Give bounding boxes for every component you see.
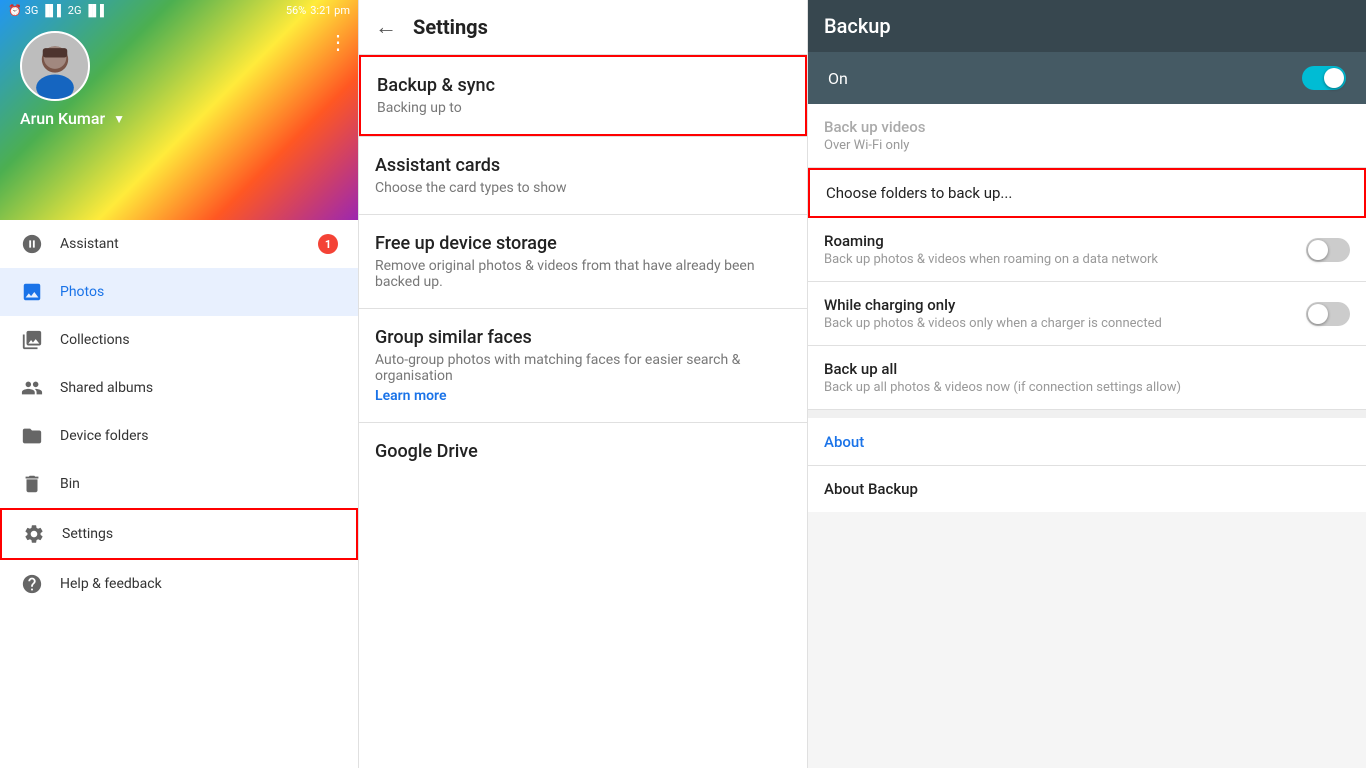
about-section[interactable]: About xyxy=(808,418,1366,466)
backup-all-row[interactable]: Back up all Back up all photos & videos … xyxy=(808,346,1366,410)
avatar xyxy=(20,31,90,101)
backup-title: Backup xyxy=(824,14,891,38)
phone-background: ⏰ 3G ▐▌▌ 2G ▐▌▌ 56% 3:21 pm xyxy=(0,0,358,220)
sidebar-item-shared-albums[interactable]: Shared albums xyxy=(0,364,358,412)
roaming-toggle[interactable] xyxy=(1306,238,1350,262)
sidebar-label-photos: Photos xyxy=(60,284,104,300)
sidebar-label-shared-albums: Shared albums xyxy=(60,380,153,396)
sidebar-label-help: Help & feedback xyxy=(60,576,162,592)
assistant-badge: 1 xyxy=(318,234,338,254)
google-drive-title: Google Drive xyxy=(375,441,791,462)
sidebar-label-collections: Collections xyxy=(60,332,130,348)
backup-sync-title: Backup & sync xyxy=(377,75,789,96)
about-label[interactable]: About xyxy=(824,433,864,451)
settings-group-faces[interactable]: Group similar faces Auto-group photos wi… xyxy=(359,309,807,423)
settings-backup-sync[interactable]: Backup & sync Backing up to xyxy=(359,55,807,136)
settings-title: Settings xyxy=(413,15,488,39)
status-bar: ⏰ 3G ▐▌▌ 2G ▐▌▌ 56% 3:21 pm xyxy=(0,0,358,21)
backup-on-label: On xyxy=(828,69,848,88)
sidebar-label-assistant: Assistant xyxy=(60,236,119,252)
backup-all-subtitle: Back up all photos & videos now (if conn… xyxy=(824,380,1350,395)
sidebar-item-help[interactable]: Help & feedback xyxy=(0,560,358,608)
user-name-row: Arun Kumar ▼ xyxy=(20,109,125,128)
assistant-cards-subtitle: Choose the card types to show xyxy=(375,180,791,196)
section-divider xyxy=(808,410,1366,418)
collections-icon xyxy=(20,328,44,352)
sidebar-item-bin[interactable]: Bin xyxy=(0,460,358,508)
backup-header: Backup xyxy=(808,0,1366,52)
back-button[interactable]: ← xyxy=(375,14,397,40)
roaming-title: Roaming xyxy=(824,232,1306,250)
choose-folders-title: Choose folders to back up... xyxy=(826,184,1348,202)
backup-panel: Backup On Back up videos Over Wi-Fi only… xyxy=(808,0,1366,768)
group-faces-title: Group similar faces xyxy=(375,327,791,348)
sidebar-item-assistant[interactable]: Assistant 1 xyxy=(0,220,358,268)
settings-assistant-cards[interactable]: Assistant cards Choose the card types to… xyxy=(359,137,807,215)
sidebar-label-bin: Bin xyxy=(60,476,80,492)
user-name: Arun Kumar xyxy=(20,109,105,128)
settings-panel: ← Settings Backup & sync Backing up to A… xyxy=(358,0,808,768)
assistant-cards-title: Assistant cards xyxy=(375,155,791,176)
sidebar-item-settings[interactable]: Settings xyxy=(0,508,358,560)
backup-all-title: Back up all xyxy=(824,360,1350,378)
about-backup-title: About Backup xyxy=(824,480,1350,498)
backup-videos-title: Back up videos xyxy=(824,118,1350,136)
about-backup-row[interactable]: About Backup xyxy=(808,466,1366,512)
battery-level: 56% xyxy=(286,4,306,17)
group-faces-subtitle: Auto-group photos with matching faces fo… xyxy=(375,352,791,384)
bin-icon xyxy=(20,472,44,496)
sidebar-item-photos[interactable]: Photos xyxy=(0,268,358,316)
sidebar-item-device-folders[interactable]: Device folders xyxy=(0,412,358,460)
dropdown-arrow-icon[interactable]: ▼ xyxy=(113,112,125,126)
while-charging-title: While charging only xyxy=(824,296,1306,314)
while-charging-subtitle: Back up photos & videos only when a char… xyxy=(824,316,1306,331)
roaming-subtitle: Back up photos & videos when roaming on … xyxy=(824,252,1306,267)
sidebar-label-settings: Settings xyxy=(62,526,113,542)
choose-folders-row[interactable]: Choose folders to back up... xyxy=(808,168,1366,218)
learn-more-link[interactable]: Learn more xyxy=(375,388,446,404)
sidebar: Assistant 1 Photos Collections Shared al… xyxy=(0,220,358,768)
shared-albums-icon xyxy=(20,376,44,400)
time-display: 3:21 pm xyxy=(310,4,350,17)
three-dot-menu-button[interactable]: ⋮ xyxy=(328,30,348,55)
profile-area: Arun Kumar ▼ xyxy=(0,21,358,138)
backup-videos-subtitle: Over Wi-Fi only xyxy=(824,138,1350,153)
free-storage-title: Free up device storage xyxy=(375,233,791,254)
settings-google-drive[interactable]: Google Drive xyxy=(359,423,807,484)
settings-header: ← Settings xyxy=(359,0,807,55)
help-icon xyxy=(20,572,44,596)
settings-free-storage[interactable]: Free up device storage Remove original p… xyxy=(359,215,807,309)
photos-icon xyxy=(20,280,44,304)
roaming-row: Roaming Back up photos & videos when roa… xyxy=(808,218,1366,282)
backup-videos-row: Back up videos Over Wi-Fi only xyxy=(808,104,1366,168)
sidebar-label-device-folders: Device folders xyxy=(60,428,148,444)
backup-sync-subtitle: Backing up to xyxy=(377,100,789,116)
left-panel: ⏰ 3G ▐▌▌ 2G ▐▌▌ 56% 3:21 pm xyxy=(0,0,358,768)
while-charging-toggle[interactable] xyxy=(1306,302,1350,326)
status-icons: ⏰ 3G ▐▌▌ 2G ▐▌▌ xyxy=(8,4,108,17)
settings-icon xyxy=(22,522,46,546)
device-folders-icon xyxy=(20,424,44,448)
backup-toggle[interactable] xyxy=(1302,66,1346,90)
while-charging-row: While charging only Back up photos & vid… xyxy=(808,282,1366,346)
free-storage-subtitle: Remove original photos & videos from tha… xyxy=(375,258,791,290)
backup-on-row: On xyxy=(808,52,1366,104)
sidebar-item-collections[interactable]: Collections xyxy=(0,316,358,364)
assistant-icon xyxy=(20,232,44,256)
